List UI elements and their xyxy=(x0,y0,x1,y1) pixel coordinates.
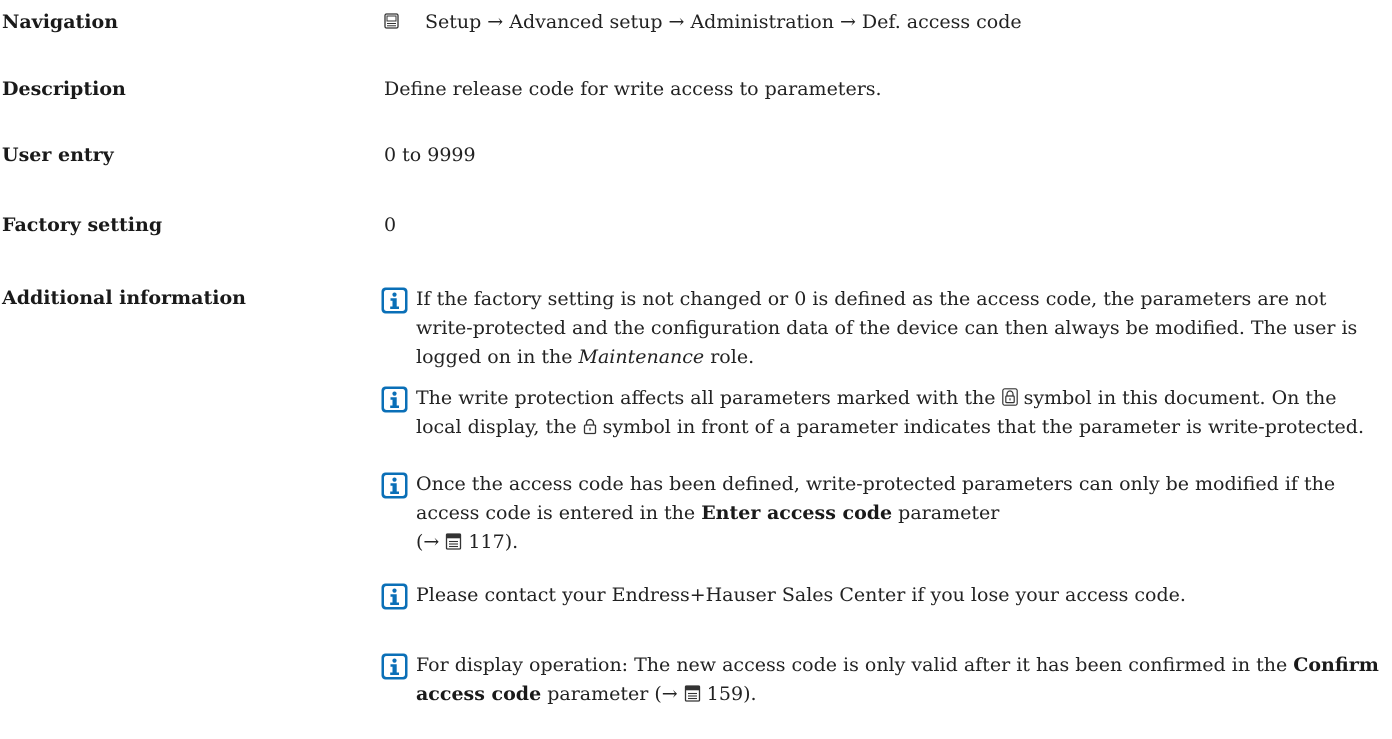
info-icon xyxy=(381,583,408,610)
breadcrumb-item: Administration xyxy=(690,11,834,33)
operating-menu-icon xyxy=(384,13,399,29)
breadcrumb: Setup → Advanced setup → Administration → Def.… xyxy=(425,9,1022,35)
page-reference[interactable]: 159 xyxy=(707,683,743,705)
description-text: Define release code for write access to … xyxy=(384,78,882,100)
info-note-text: If the factory setting is not changed or… xyxy=(416,288,1358,368)
info-note: If the factory setting is not changed or… xyxy=(381,285,1386,375)
factory-setting-label: Factory setting xyxy=(2,214,163,236)
write-protected-lock-icon xyxy=(1001,388,1018,406)
breadcrumb-separator: → xyxy=(487,11,504,33)
factory-setting-value: 0 xyxy=(384,214,397,236)
info-note-text: For display operation: The new access co… xyxy=(416,654,1379,705)
user-entry-value: 0 to 9999 xyxy=(384,144,476,166)
info-note: The write protection affects all paramet… xyxy=(381,384,1386,474)
info-icon xyxy=(381,653,408,680)
user-entry-label: User entry xyxy=(2,144,114,166)
info-note-text: Once the access code has been defined, w… xyxy=(416,473,1336,553)
navigation-label: Navigation xyxy=(2,11,119,33)
breadcrumb-item: Setup xyxy=(425,11,482,33)
breadcrumb-item: Advanced setup xyxy=(509,11,663,33)
breadcrumb-item: Def. access code xyxy=(861,11,1022,33)
additional-information-label: Additional information xyxy=(2,287,246,309)
info-note: For display operation: The new access co… xyxy=(381,651,1386,713)
page-reference[interactable]: (→ 117). xyxy=(416,531,518,553)
info-note: Once the access code has been defined, w… xyxy=(381,470,1386,565)
document-page: Navigation Setup → Advanced setup → Administ… xyxy=(0,0,1392,739)
info-icon xyxy=(381,472,408,499)
book-icon xyxy=(446,533,462,550)
info-note: Please contact your Endress+Hauser Sales… xyxy=(381,581,1386,617)
lock-icon xyxy=(583,418,596,435)
breadcrumb-separator: → xyxy=(839,11,856,33)
emphasis-text: Maintenance xyxy=(578,346,705,368)
info-note-text: Please contact your Endress+Hauser Sales… xyxy=(416,584,1186,606)
parameter-name: Enter access code xyxy=(701,502,893,524)
book-icon xyxy=(684,685,700,702)
info-icon xyxy=(381,287,408,314)
info-icon xyxy=(381,386,408,413)
info-note-text: The write protection affects all paramet… xyxy=(416,387,1364,438)
breadcrumb-separator: → xyxy=(668,11,685,33)
description-label: Description xyxy=(2,78,126,100)
